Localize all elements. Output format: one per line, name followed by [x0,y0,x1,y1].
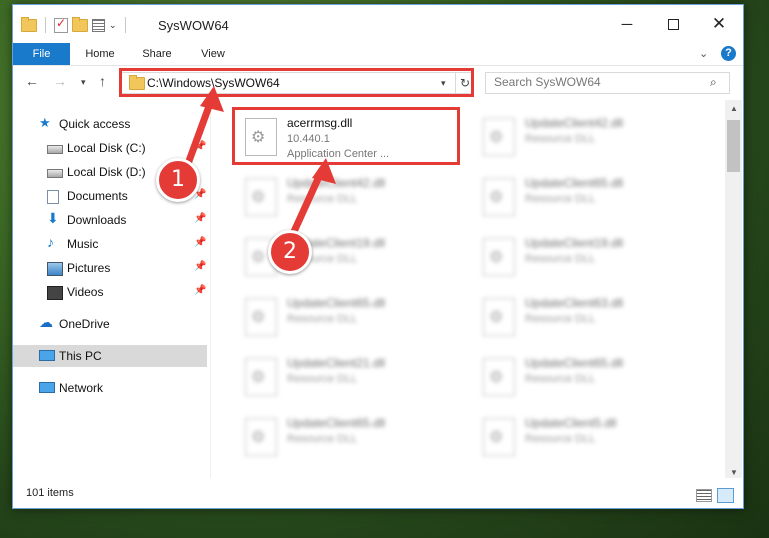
step-badge-1: 1 [156,158,200,202]
arrow-to-file [288,166,326,240]
arrow-head-address [200,86,224,112]
annotation-arrows [181,86,336,240]
step-badge-2: 2 [268,230,312,274]
